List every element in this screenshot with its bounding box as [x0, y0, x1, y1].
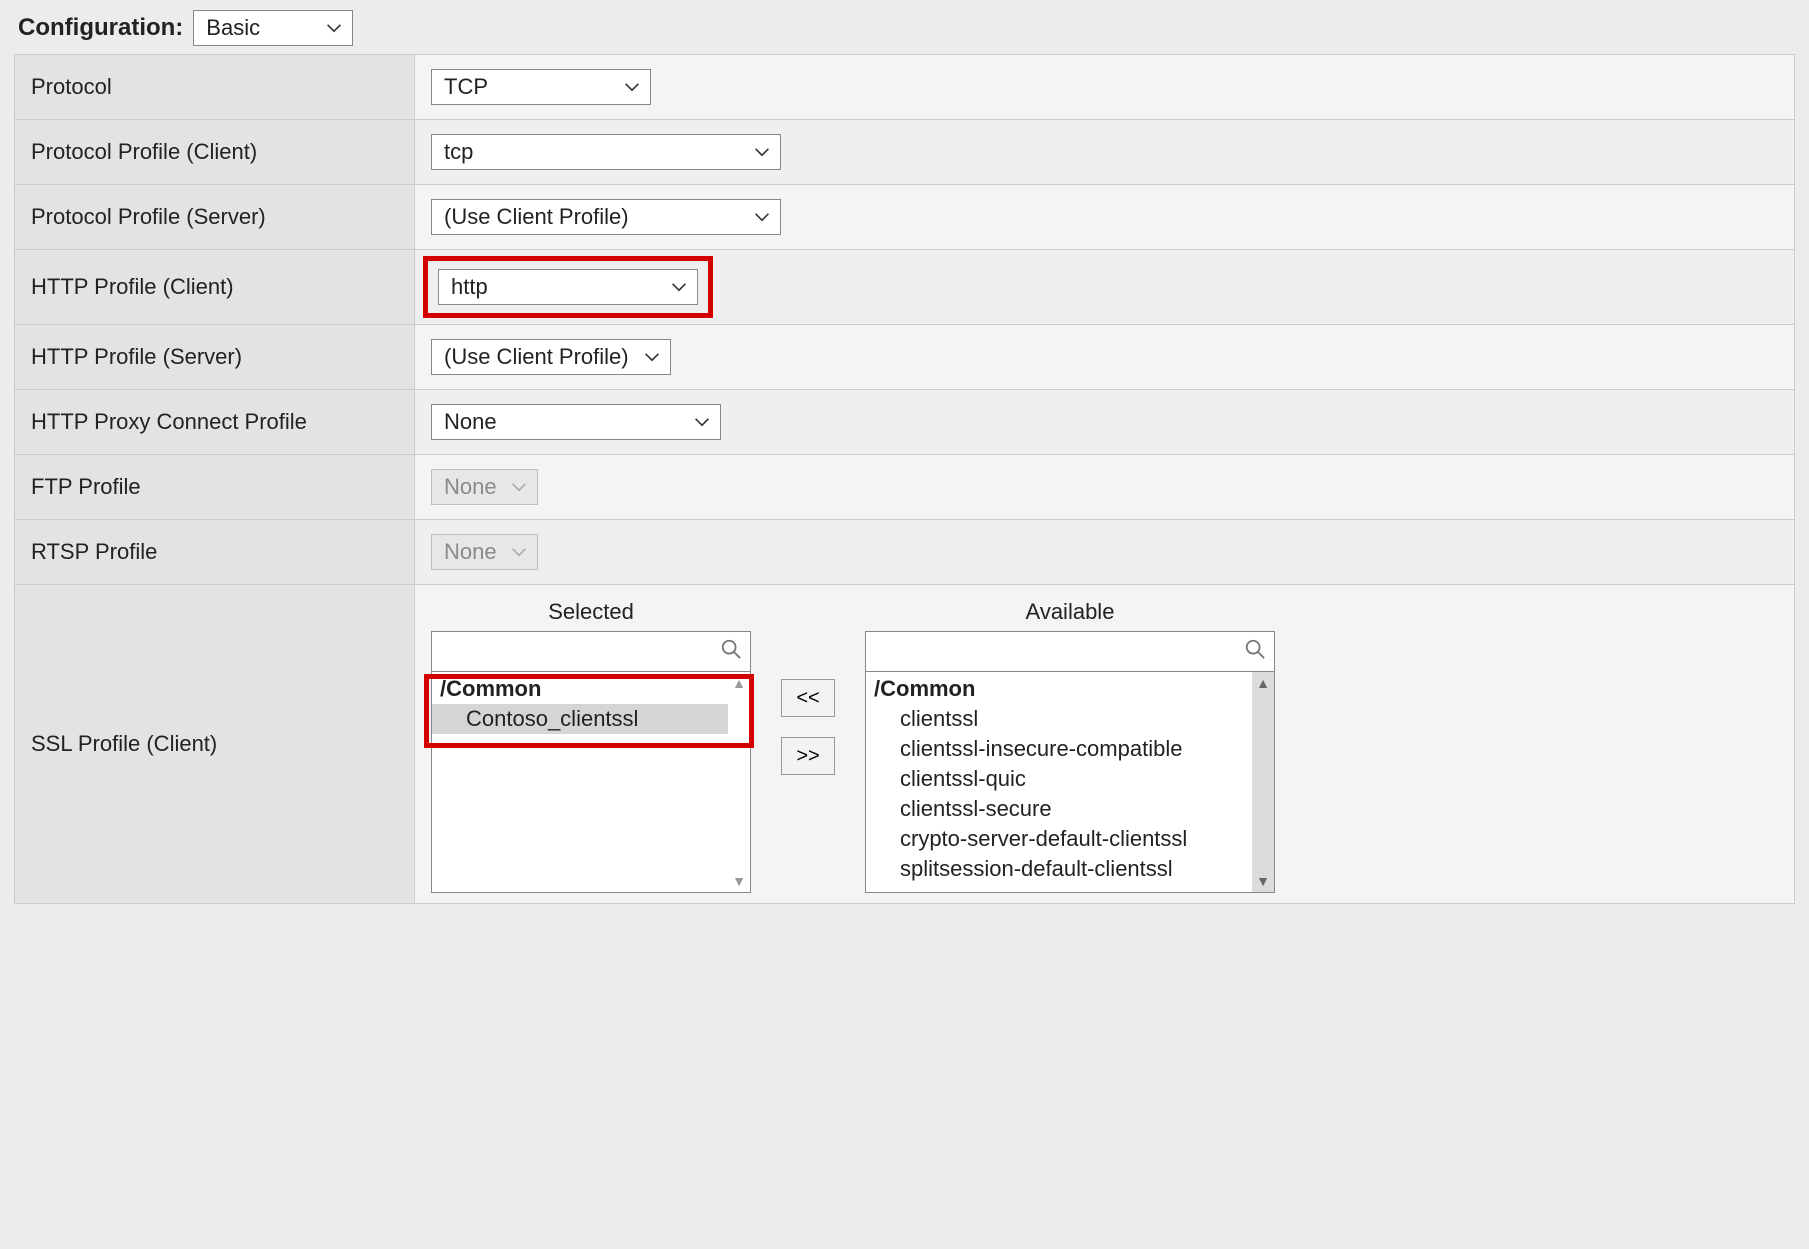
ssl-available-title: Available — [1026, 599, 1115, 625]
http-profile-client-highlight: http — [423, 256, 713, 318]
ssl-selected-group: /Common — [432, 672, 728, 704]
protocol-label: Protocol — [15, 55, 415, 120]
configuration-label: Configuration: — [18, 14, 183, 42]
list-item[interactable]: splitsession-default-clientssl — [866, 854, 1252, 884]
protocol-profile-server-label: Protocol Profile (Server) — [15, 185, 415, 250]
chevron-down-icon — [511, 547, 527, 557]
move-right-button[interactable]: >> — [781, 737, 835, 775]
chevron-down-icon — [754, 147, 770, 157]
scroll-up-icon: ▲ — [1256, 676, 1270, 690]
protocol-profile-client-value: tcp — [444, 139, 473, 165]
chevron-down-icon — [694, 417, 710, 427]
chevron-down-icon — [511, 482, 527, 492]
list-item[interactable]: clientssl-secure — [866, 794, 1252, 824]
rtsp-profile-value: None — [444, 539, 497, 565]
chevron-down-icon — [754, 212, 770, 222]
ssl-selected-search[interactable] — [432, 632, 750, 672]
protocol-profile-client-label: Protocol Profile (Client) — [15, 120, 415, 185]
http-proxy-connect-value: None — [444, 409, 497, 435]
http-profile-server-select[interactable]: (Use Client Profile) — [431, 339, 671, 375]
http-profile-client-select[interactable]: http — [438, 269, 698, 305]
ssl-selected-listbox[interactable]: /Common Contoso_clientssl ▲ ▼ — [431, 631, 751, 893]
protocol-select[interactable]: TCP — [431, 69, 651, 105]
search-icon — [1244, 638, 1266, 666]
http-proxy-connect-select[interactable]: None — [431, 404, 721, 440]
ssl-selected-title: Selected — [548, 599, 634, 625]
list-item[interactable]: crypto-server-default-clientssl — [866, 824, 1252, 854]
http-profile-server-label: HTTP Profile (Server) — [15, 325, 415, 390]
chevron-down-icon — [644, 352, 660, 362]
protocol-profile-client-select[interactable]: tcp — [431, 134, 781, 170]
move-left-button[interactable]: << — [781, 679, 835, 717]
ssl-profile-dual-list: Selected /Common Contoso_clientssl — [431, 599, 1778, 893]
scroll-down-icon: ▼ — [732, 874, 746, 888]
ssl-available-listbox[interactable]: /Common clientssl clientssl-insecure-com… — [865, 631, 1275, 893]
list-item[interactable]: clientssl-quic — [866, 764, 1252, 794]
list-item[interactable]: clientssl-insecure-compatible — [866, 734, 1252, 764]
configuration-mode-value: Basic — [206, 15, 260, 41]
http-profile-client-value: http — [451, 274, 488, 300]
ssl-available-group: /Common — [866, 672, 1252, 704]
ssl-move-buttons: << >> — [781, 679, 835, 775]
configuration-table: Protocol TCP Protocol Profile (Client) t… — [14, 54, 1795, 904]
ssl-profile-client-label: SSL Profile (Client) — [15, 585, 415, 904]
ftp-profile-label: FTP Profile — [15, 455, 415, 520]
http-proxy-connect-label: HTTP Proxy Connect Profile — [15, 390, 415, 455]
ftp-profile-select: None — [431, 469, 538, 505]
protocol-profile-server-value: (Use Client Profile) — [444, 204, 629, 230]
chevron-down-icon — [624, 82, 640, 92]
ssl-selected-column: Selected /Common Contoso_clientssl — [431, 599, 751, 893]
http-profile-server-value: (Use Client Profile) — [444, 344, 629, 370]
rtsp-profile-label: RTSP Profile — [15, 520, 415, 585]
scroll-down-icon: ▼ — [1256, 874, 1270, 888]
protocol-profile-server-select[interactable]: (Use Client Profile) — [431, 199, 781, 235]
ftp-profile-value: None — [444, 474, 497, 500]
configuration-header: Configuration: Basic — [18, 10, 1795, 46]
rtsp-profile-select: None — [431, 534, 538, 570]
protocol-value: TCP — [444, 74, 488, 100]
ssl-available-column: Available /Common clientssl — [865, 599, 1275, 893]
ssl-available-search[interactable] — [866, 632, 1274, 672]
scrollbar[interactable]: ▲ ▼ — [728, 672, 750, 892]
list-item[interactable]: Contoso_clientssl — [432, 704, 728, 734]
scroll-up-icon: ▲ — [732, 676, 746, 690]
search-icon — [720, 638, 742, 666]
http-profile-client-label: HTTP Profile (Client) — [15, 250, 415, 325]
list-item[interactable]: clientssl — [866, 704, 1252, 734]
chevron-down-icon — [326, 23, 342, 33]
chevron-down-icon — [671, 282, 687, 292]
configuration-mode-select[interactable]: Basic — [193, 10, 353, 46]
scrollbar[interactable]: ▲ ▼ — [1252, 672, 1274, 892]
